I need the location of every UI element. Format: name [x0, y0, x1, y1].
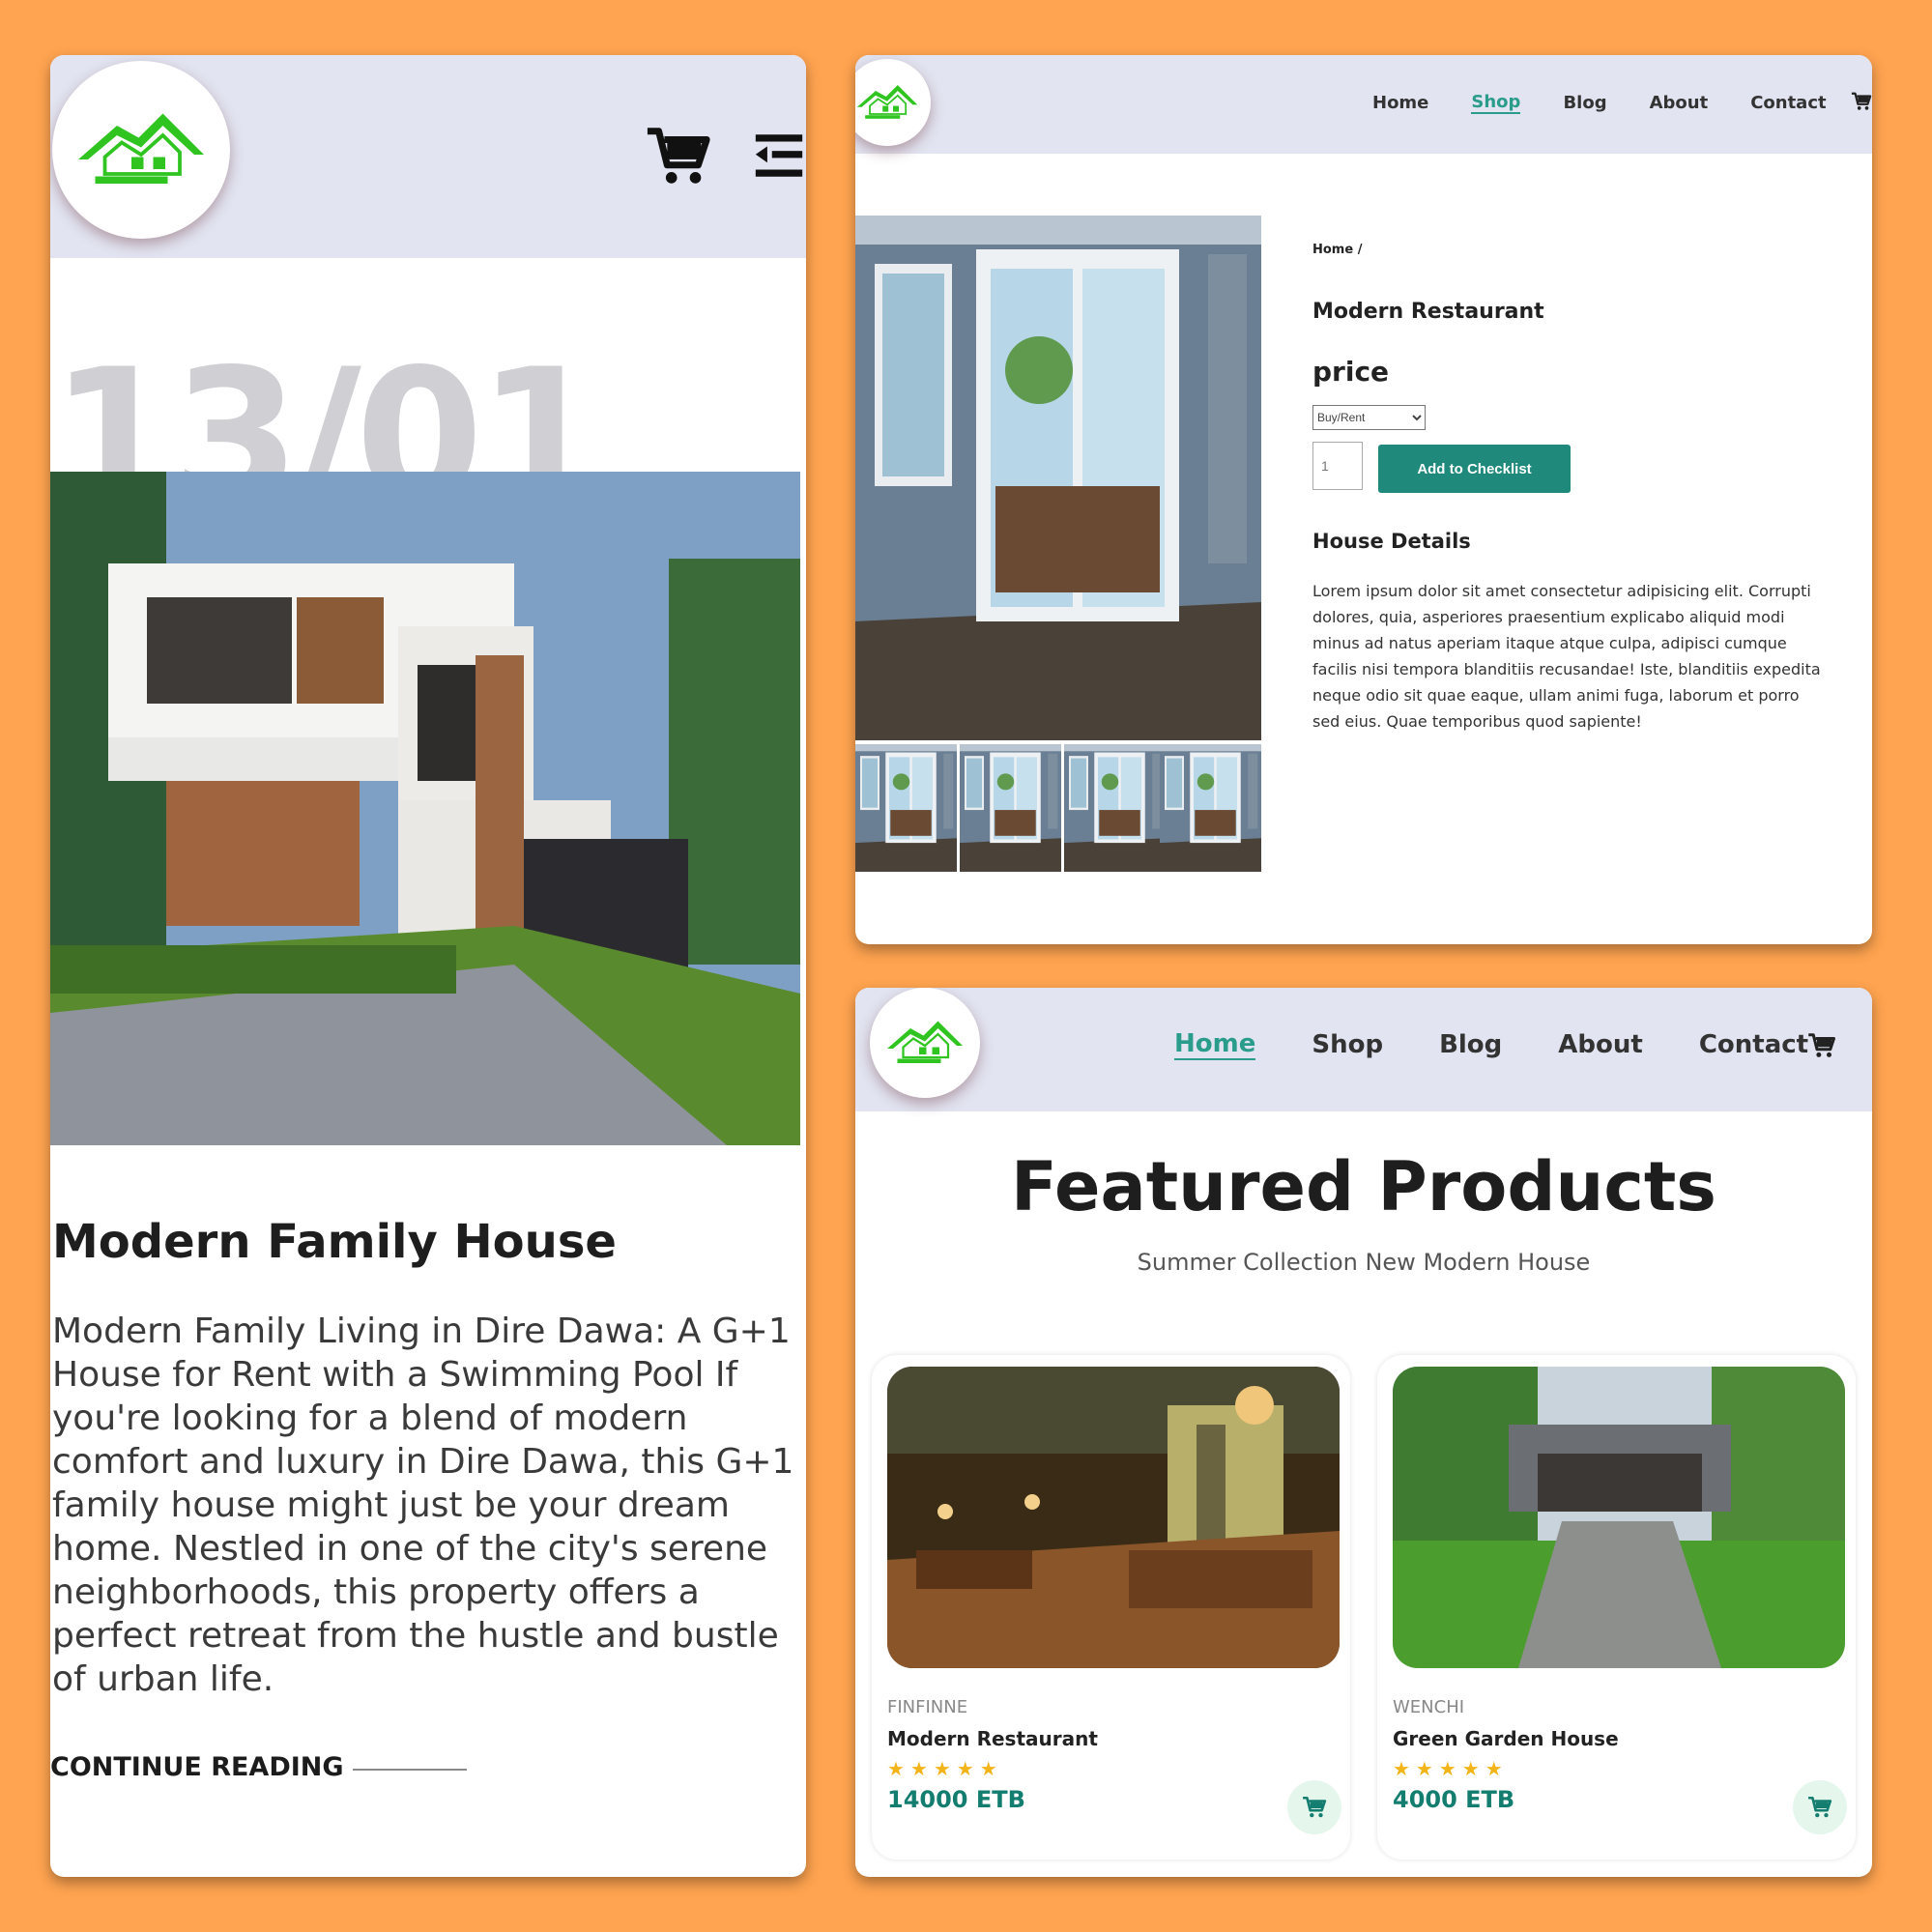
product-price: 14000 ETB	[887, 1786, 1025, 1813]
nav-home[interactable]: Home	[1174, 1029, 1256, 1060]
nav-contact[interactable]: Contact	[1699, 1030, 1808, 1059]
nav-shop[interactable]: Shop	[1312, 1030, 1383, 1059]
quantity-input[interactable]	[1312, 442, 1363, 490]
product-name: Green Garden House	[1393, 1727, 1619, 1750]
garden-house-image	[1393, 1367, 1845, 1668]
price-label: price	[1312, 356, 1390, 388]
site-logo[interactable]	[52, 61, 230, 239]
house-details-heading: House Details	[1312, 530, 1471, 553]
product-card[interactable]: WENCHI Green Garden House ★★★★★ 4000 ETB	[1377, 1355, 1856, 1860]
continue-reading-link[interactable]: CONTINUE READING	[50, 1752, 344, 1782]
house-details-text: Lorem ipsum dolor sit amet consectetur a…	[1312, 582, 1821, 731]
restaurant-image	[887, 1367, 1340, 1668]
detail-nav-links: Home Shop Blog About Contact	[1372, 92, 1827, 114]
featured-products-card: Home Shop Blog About Contact Featured Pr…	[855, 988, 1872, 1877]
nav-about[interactable]: About	[1650, 93, 1709, 113]
product-name: Modern Restaurant	[887, 1727, 1098, 1750]
product-brand: WENCHI	[1393, 1697, 1465, 1717]
product-thumbnail[interactable]	[855, 744, 957, 872]
product-price: 4000 ETB	[1393, 1786, 1515, 1813]
product-card[interactable]: FINFINNE Modern Restaurant ★★★★★ 14000 E…	[872, 1355, 1350, 1860]
product-thumbnail[interactable]	[1160, 744, 1261, 872]
product-detail-card: Home Shop Blog About Contact Home / Mode…	[855, 55, 1872, 944]
product-title: Modern Restaurant	[1312, 300, 1544, 324]
product-brand: FINFINNE	[887, 1697, 968, 1717]
product-main-image	[855, 216, 1261, 740]
menu-icon[interactable]	[751, 128, 806, 184]
product-thumbnail[interactable]	[960, 744, 1061, 872]
cart-icon	[1807, 1795, 1832, 1820]
add-to-cart-button[interactable]	[1287, 1780, 1341, 1834]
site-logo[interactable]	[870, 988, 980, 1098]
nav-home[interactable]: Home	[1372, 93, 1428, 113]
rating-stars: ★★★★★	[887, 1757, 1003, 1780]
product-thumbnail[interactable]	[1064, 744, 1166, 872]
post-excerpt: Modern Family Living in Dire Dawa: A G+1…	[52, 1312, 794, 1699]
breadcrumb[interactable]: Home /	[1312, 243, 1362, 257]
featured-heading: Featured Products	[1011, 1147, 1716, 1226]
continue-line	[353, 1769, 467, 1771]
add-to-checklist-button[interactable]: Add to Checklist	[1378, 445, 1571, 493]
cart-icon	[1302, 1795, 1327, 1820]
nav-blog[interactable]: Blog	[1563, 93, 1606, 113]
nav-contact[interactable]: Contact	[1750, 93, 1826, 113]
blog-card: 13/01 Modern Family House Modern Family …	[50, 55, 806, 1877]
featured-subheading: Summer Collection New Modern House	[1137, 1249, 1591, 1276]
cart-icon[interactable]	[1851, 91, 1872, 112]
modern-house-image	[50, 472, 800, 1145]
buy-rent-select[interactable]: Buy/Rent	[1312, 405, 1426, 430]
add-to-cart-button[interactable]	[1793, 1780, 1847, 1834]
nav-about[interactable]: About	[1558, 1030, 1643, 1059]
nav-blog[interactable]: Blog	[1439, 1030, 1502, 1059]
nav-shop[interactable]: Shop	[1471, 92, 1521, 114]
featured-nav-links: Home Shop Blog About Contact	[1174, 1029, 1808, 1060]
rating-stars: ★★★★★	[1393, 1757, 1509, 1780]
post-title: Modern Family House	[52, 1215, 617, 1269]
cart-icon[interactable]	[645, 123, 712, 190]
cart-icon[interactable]	[1807, 1031, 1836, 1060]
